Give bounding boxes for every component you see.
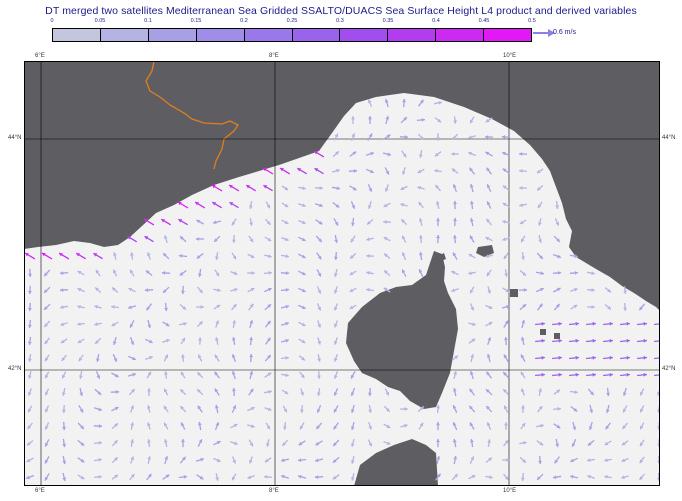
coordinate-label: 10°E bbox=[503, 53, 517, 59]
colorbar-tick-label: 0.05 bbox=[94, 18, 106, 24]
colorbar-segment bbox=[388, 29, 437, 41]
coordinate-label: 10°E bbox=[503, 488, 517, 494]
colorbar-tick-label: 0.4 bbox=[432, 18, 440, 24]
coordinate-label: 8°E bbox=[269, 488, 279, 494]
colorbar-segment bbox=[244, 29, 293, 41]
colorbar-tick-label: 0.15 bbox=[190, 18, 202, 24]
colorbar-segment bbox=[100, 29, 149, 41]
colorbar-segment bbox=[292, 29, 341, 41]
coordinate-label: 8°E bbox=[269, 53, 279, 59]
land-island-giglio bbox=[540, 329, 546, 335]
colorbar-tick-label: 0 bbox=[50, 18, 54, 24]
colorbar-segment bbox=[484, 29, 532, 41]
land-island-giannutri bbox=[554, 333, 560, 339]
colorbar-tick-label: 0.25 bbox=[286, 18, 298, 24]
colorbar-unit-label: 0.6 m/s bbox=[553, 29, 576, 36]
coordinate-label: 42°N bbox=[8, 366, 22, 372]
coordinate-label: 6°E bbox=[35, 488, 45, 494]
colorbar-tick-label: 0.45 bbox=[478, 18, 490, 24]
land-island-pianosa bbox=[510, 289, 518, 297]
map-title: DT merged two satellites Mediterranean S… bbox=[45, 5, 637, 17]
colorbar-segment bbox=[53, 29, 101, 41]
colorbar-segment bbox=[196, 29, 245, 41]
colorbar-tick-label: 0.35 bbox=[382, 18, 394, 24]
coordinate-label: 44°N bbox=[662, 135, 676, 141]
coordinate-label: 42°N bbox=[662, 366, 676, 372]
coordinate-label: 44°N bbox=[8, 135, 22, 141]
coordinate-label: 6°E bbox=[35, 53, 45, 59]
colorbar-tick-label: 0.3 bbox=[336, 18, 344, 24]
colorbar-segment bbox=[148, 29, 197, 41]
colorbar-segment bbox=[436, 29, 485, 41]
colorbar-tick-label: 0.1 bbox=[144, 18, 152, 24]
colorbar-tick-label: 0.2 bbox=[240, 18, 248, 24]
colorbar bbox=[52, 28, 532, 42]
colorbar-segment bbox=[340, 29, 389, 41]
map-canvas bbox=[24, 61, 660, 486]
colorbar-tick-label: 0.5 bbox=[528, 18, 536, 24]
